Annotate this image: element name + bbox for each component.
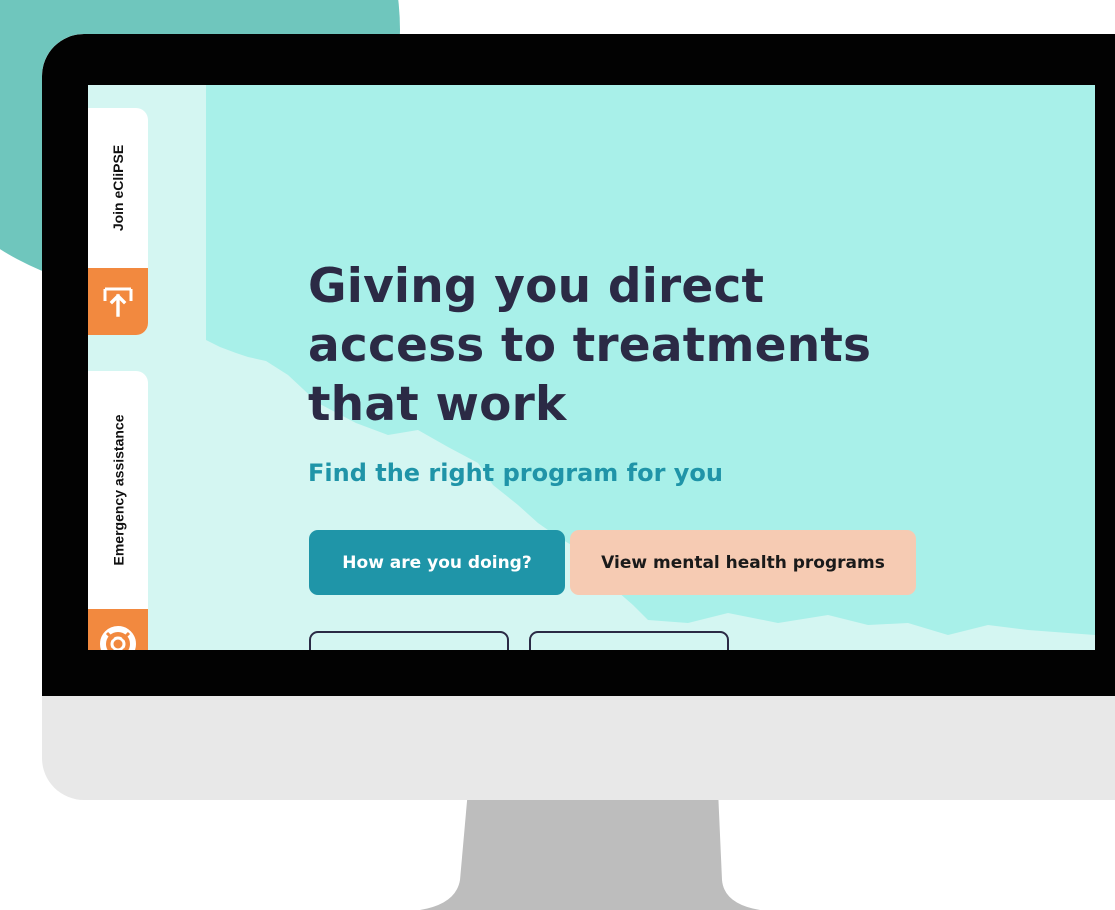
emergency-tab-text: Emergency assistance: [88, 371, 148, 609]
arrow-up-box-icon: [88, 268, 148, 335]
view-programs-button[interactable]: View mental health programs: [570, 530, 916, 595]
website-screen: Join eCliPSE Emergency assistance Giving…: [88, 85, 1095, 650]
how-are-you-doing-button[interactable]: How are you doing?: [309, 530, 565, 595]
join-tab-text: Join eCliPSE: [88, 108, 148, 268]
outline-button-2[interactable]: [529, 631, 729, 650]
lifebuoy-icon: [88, 609, 148, 650]
hero-title: Giving you direct access to treatments t…: [308, 259, 872, 432]
hero-subtitle: Find the right program for you: [308, 459, 724, 487]
join-tab-label: Join eCliPSE: [110, 144, 127, 232]
emergency-tab-label: Emergency assistance: [110, 414, 127, 566]
stage: Join eCliPSE Emergency assistance Giving…: [0, 0, 1115, 910]
emergency-tab[interactable]: Emergency assistance: [88, 371, 148, 650]
join-tab[interactable]: Join eCliPSE: [88, 108, 148, 335]
outline-button-1[interactable]: [309, 631, 509, 650]
